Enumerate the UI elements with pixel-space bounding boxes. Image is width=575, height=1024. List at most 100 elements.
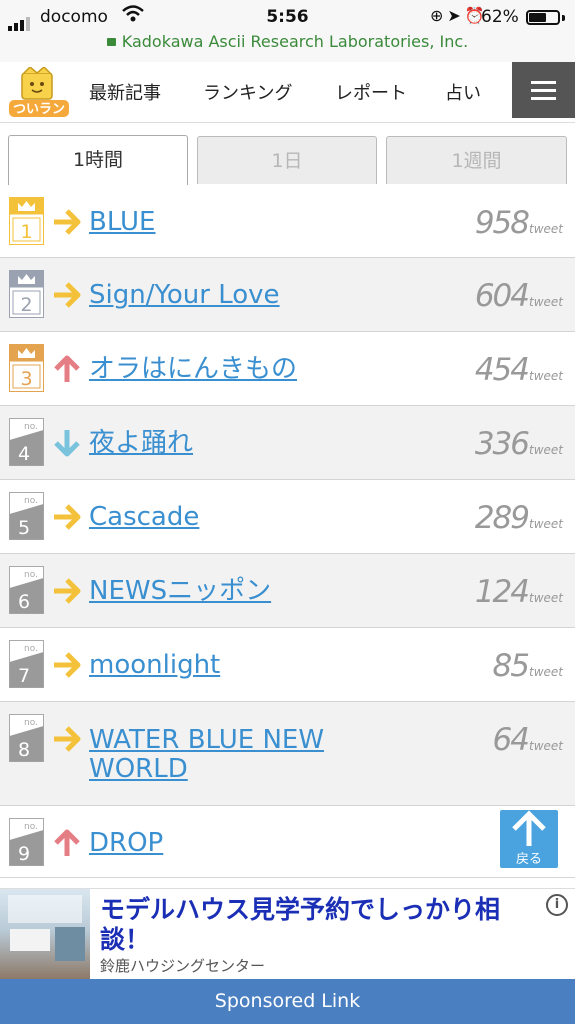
tweet-unit: tweet [529, 739, 563, 753]
battery-percent: 62% [481, 7, 519, 27]
ranking-row[interactable]: no. 7 moonlight 85tweet [0, 628, 575, 702]
song-title-link[interactable]: 夜よ踊れ [89, 429, 389, 458]
rank-no-label: no. [24, 496, 38, 506]
tweet-count: 604tweet [475, 278, 563, 314]
ranking-row[interactable]: no. 9 DROP [0, 806, 575, 878]
song-title-link[interactable]: オラはにんきもの [89, 355, 389, 384]
location-icon: ➤ [447, 6, 465, 25]
ad-headline[interactable]: モデルハウス見学予約でしっかり相談！ [100, 895, 540, 955]
ad-image[interactable] [0, 889, 90, 980]
tweet-unit: tweet [529, 222, 563, 236]
rank-no-label: no. [24, 422, 38, 432]
tweet-count-value: 124 [474, 574, 530, 610]
trend-right-arrow-icon [54, 282, 81, 308]
tweet-count-value: 958 [474, 205, 530, 241]
ranking-row[interactable]: no. 5 Cascade 289tweet [0, 480, 575, 554]
tab-1-day[interactable]: 1日 [197, 136, 377, 184]
song-title-link[interactable]: moonlight [89, 651, 389, 680]
tweet-unit: tweet [529, 665, 563, 679]
trend-right-arrow-icon [54, 652, 81, 678]
site-logo[interactable]: ついラン [8, 65, 70, 119]
advertisement[interactable]: モデルハウス見学予約でしっかり相談！ 鈴鹿ハウジングセンター i [0, 888, 575, 980]
status-bar: docomo 5:56 ⊕➤⏰ 62% Kadokawa Ascii Resea… [0, 0, 575, 63]
trend-right-arrow-icon [54, 209, 81, 235]
tab-1-hour[interactable]: 1時間 [8, 135, 188, 185]
crown-rank-badge: 3 [9, 344, 44, 392]
trend-up-arrow-icon [54, 829, 80, 856]
period-tabs: 1時間 1日 1週間 [0, 135, 575, 187]
ad-sponsor: 鈴鹿ハウジングセンター [100, 957, 266, 975]
ranking-row[interactable]: 2 Sign/Your Love 604tweet [0, 258, 575, 332]
tweet-count: 454tweet [475, 352, 563, 388]
nav-ranking[interactable]: ランキング [203, 79, 292, 105]
back-to-top-button[interactable]: 戻る [500, 810, 558, 868]
crown-rank-badge: 2 [9, 270, 44, 318]
rank-number: 1 [20, 221, 32, 243]
tweet-unit: tweet [529, 443, 563, 457]
tweet-unit: tweet [529, 591, 563, 605]
ranking-row[interactable]: no. 8 WATER BLUE NEW WORLD 64tweet [0, 702, 575, 806]
orientation-lock-icon: ⊕ [430, 6, 448, 25]
trend-right-arrow-icon [54, 726, 81, 752]
tweet-count: 336tweet [475, 426, 563, 462]
nav-report[interactable]: レポート [335, 79, 407, 105]
tweet-unit: tweet [529, 369, 563, 383]
lock-icon [106, 38, 116, 46]
rank-badge: no. 7 [9, 640, 44, 688]
tweet-count-value: 289 [474, 500, 530, 536]
arrow-up-icon [512, 810, 546, 846]
tweet-count: 64tweet [493, 722, 563, 758]
rank-number: 9 [18, 843, 30, 865]
song-title-link[interactable]: BLUE [89, 208, 389, 237]
rank-badge: no. 4 [9, 418, 44, 466]
tweet-count-value: 604 [474, 278, 530, 314]
nav-fortune[interactable]: 占い [445, 79, 481, 105]
song-title-link[interactable]: Sign/Your Love [89, 281, 389, 310]
rank-badge: no. 5 [9, 492, 44, 540]
tweet-unit: tweet [529, 517, 563, 531]
rank-badge: no. 8 [9, 714, 44, 762]
rank-no-label: no. [24, 718, 38, 728]
battery-icon [526, 10, 560, 25]
rank-no-label: no. [24, 822, 38, 832]
sponsored-link-bar[interactable]: Sponsored Link [0, 979, 575, 1024]
ranking-row[interactable]: no. 4 夜よ踊れ 336tweet [0, 406, 575, 480]
rank-number: 3 [20, 368, 32, 390]
song-title-link[interactable]: Cascade [89, 503, 389, 532]
trend-down-arrow-icon [54, 430, 80, 457]
tweet-count: 85tweet [493, 648, 563, 684]
rank-no-label: no. [24, 644, 38, 654]
song-title-link[interactable]: NEWSニッポン [89, 577, 389, 606]
info-icon[interactable]: i [546, 894, 568, 916]
rank-no-label: no. [24, 570, 38, 580]
crown-rank-badge: 1 [9, 197, 44, 245]
song-title-link[interactable]: DROP [89, 829, 389, 858]
song-title-link[interactable]: WATER BLUE NEW WORLD [89, 726, 389, 784]
back-to-top-label: 戻る [515, 852, 542, 867]
tweet-count: 124tweet [475, 574, 563, 610]
trend-up-arrow-icon [54, 355, 80, 382]
ranking-row[interactable]: no. 6 NEWSニッポン 124tweet [0, 554, 575, 628]
trend-right-arrow-icon [54, 578, 81, 604]
tweet-count: 289tweet [475, 500, 563, 536]
hamburger-icon[interactable] [512, 62, 575, 118]
tweet-count-value: 454 [474, 352, 530, 388]
tweet-count-value: 336 [474, 426, 530, 462]
tab-1-week[interactable]: 1週間 [386, 136, 567, 184]
trend-right-arrow-icon [54, 504, 81, 530]
ranking-row[interactable]: 1 BLUE 958tweet [0, 185, 575, 258]
rank-number: 6 [18, 591, 30, 613]
rank-number: 8 [18, 739, 30, 761]
nav-latest-articles[interactable]: 最新記事 [89, 79, 161, 105]
ranking-row[interactable]: 3 オラはにんきもの 454tweet [0, 332, 575, 406]
status-icons: ⊕➤⏰ [430, 6, 489, 25]
rank-number: 4 [18, 443, 30, 465]
tweet-count: 958tweet [475, 205, 563, 241]
url-bar[interactable]: Kadokawa Ascii Research Laboratories, In… [0, 32, 575, 51]
rank-number: 7 [18, 665, 30, 687]
tweet-count-value: 64 [492, 722, 530, 758]
rank-badge: no. 6 [9, 566, 44, 614]
rank-number: 5 [18, 517, 30, 539]
rank-badge: no. 9 [9, 818, 44, 866]
tweet-unit: tweet [529, 295, 563, 309]
